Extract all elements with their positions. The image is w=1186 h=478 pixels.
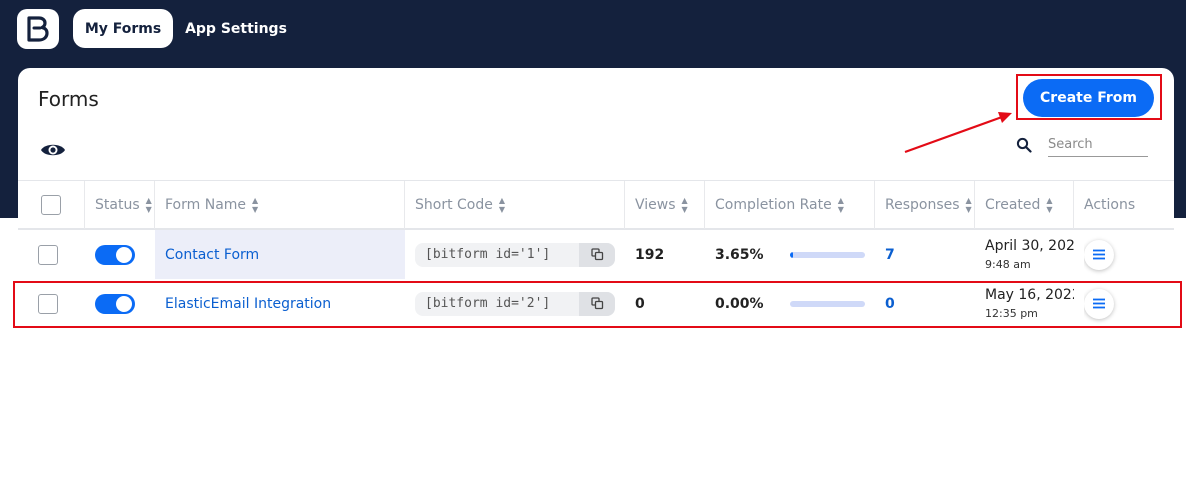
- sort-icon[interactable]: ▲ ▼: [682, 196, 688, 214]
- header-completion-rate[interactable]: Completion Rate ▲ ▼: [705, 181, 875, 229]
- sort-icon[interactable]: ▲ ▼: [838, 196, 844, 214]
- nav-my-forms[interactable]: My Forms: [73, 9, 173, 48]
- created-cell: April 30, 2022 9:48 am: [985, 230, 1074, 279]
- short-code-text: [bitform id='1']: [425, 247, 551, 262]
- sort-icon[interactable]: ▲ ▼: [1046, 196, 1052, 214]
- table-header: Status ▲ ▼ Form Name ▲ ▼ Short Code ▲ ▼ Views ▲…: [18, 180, 1174, 230]
- create-button-highlight: [1016, 74, 1162, 120]
- sort-icon[interactable]: ▲ ▼: [966, 196, 972, 214]
- responses-link[interactable]: 7: [885, 230, 965, 279]
- status-toggle[interactable]: [95, 244, 135, 265]
- header-views[interactable]: Views ▲ ▼: [625, 181, 705, 229]
- bitform-logo-icon[interactable]: [17, 9, 59, 49]
- form-name-link[interactable]: Contact Form: [165, 247, 259, 263]
- page-title: Forms: [38, 87, 99, 111]
- row-highlight-annotation: [13, 281, 1182, 328]
- header-label: Short Code: [415, 197, 493, 213]
- created-date: April 30, 2022: [985, 238, 1074, 254]
- status-cell: [95, 230, 145, 279]
- actions-cell: [1084, 230, 1124, 279]
- copy-icon[interactable]: [579, 242, 615, 267]
- header-status[interactable]: Status ▲ ▼: [85, 181, 155, 229]
- nav-app-settings[interactable]: App Settings: [180, 9, 292, 48]
- sort-icon[interactable]: ▲ ▼: [499, 196, 505, 214]
- header-responses[interactable]: Responses ▲ ▼: [875, 181, 975, 229]
- header-form-name[interactable]: Form Name ▲ ▼: [155, 181, 405, 229]
- views-cell: 192: [635, 246, 665, 263]
- header-label: Responses: [885, 197, 960, 213]
- row-select-cell: [38, 230, 68, 279]
- completion-progress-cell: [790, 230, 870, 279]
- sort-icon[interactable]: ▲ ▼: [146, 196, 152, 214]
- header-select-all: [18, 181, 85, 229]
- form-name-cell: Contact Form: [155, 230, 405, 279]
- header-label: Form Name: [165, 197, 247, 213]
- short-code-cell: [bitform id='1']: [415, 230, 615, 279]
- header-label: Status: [95, 197, 140, 213]
- header-label: Views: [635, 197, 676, 213]
- select-all-checkbox[interactable]: [41, 195, 61, 215]
- header-short-code[interactable]: Short Code ▲ ▼: [405, 181, 625, 229]
- row-checkbox[interactable]: [38, 244, 58, 265]
- search-input[interactable]: [1048, 133, 1148, 157]
- header-label: Actions: [1084, 197, 1136, 213]
- completion-progress-fill: [790, 251, 793, 258]
- header-label: Completion Rate: [715, 197, 832, 213]
- annotation-arrow: [904, 112, 1012, 154]
- search-icon[interactable]: [1016, 137, 1032, 157]
- menu-icon[interactable]: [1084, 239, 1114, 270]
- short-code-box: [bitform id='1']: [415, 242, 615, 267]
- forms-card: Forms Create From Status▲▼ Form Name: [18, 68, 1174, 478]
- completion-progress-bar: [790, 251, 865, 258]
- header-actions: Actions: [1074, 181, 1174, 229]
- header-created[interactable]: Created ▲ ▼: [975, 181, 1074, 229]
- sort-icon[interactable]: ▲ ▼: [252, 196, 258, 214]
- created-time: 9:48 am: [985, 258, 1031, 271]
- table-row: Contact Form [bitform id='1'] 192 3.65% …: [18, 230, 1174, 279]
- header-label: Created: [985, 197, 1041, 213]
- completion-rate-value: 3.65%: [715, 246, 764, 263]
- eye-icon[interactable]: [40, 141, 66, 163]
